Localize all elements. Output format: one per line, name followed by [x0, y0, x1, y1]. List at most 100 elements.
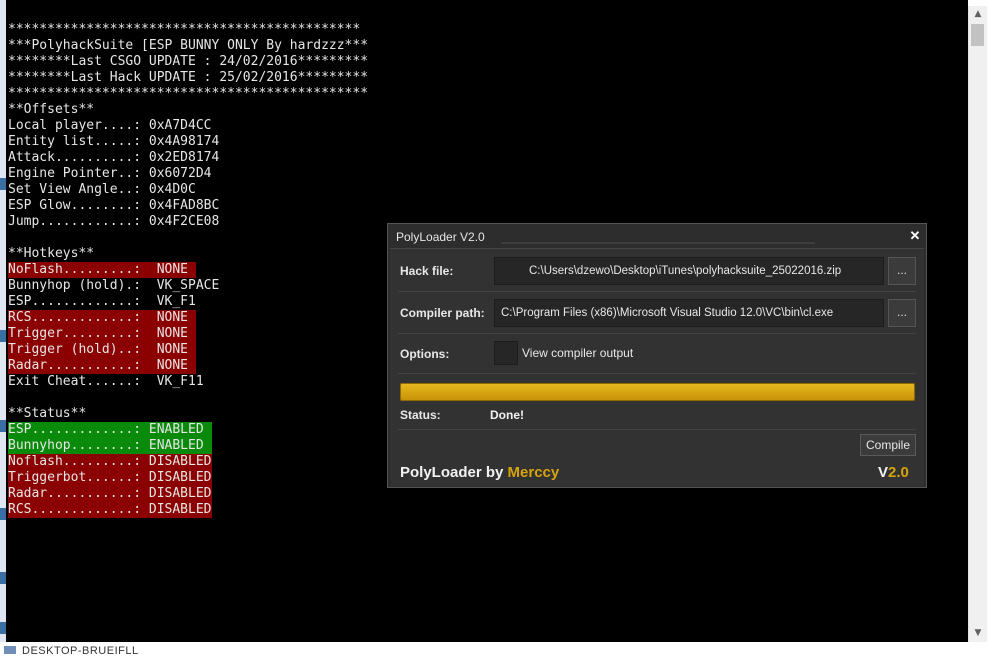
- taskbar-strip: [0, 642, 998, 654]
- scroll-thumb[interactable]: [971, 24, 984, 46]
- console-line: Local player....: 0xA7D4CC: [8, 118, 368, 134]
- computer-icon: [4, 646, 16, 654]
- hack-file-browse-button[interactable]: ...: [888, 257, 916, 285]
- window-title: PolyLoader V2.0: [396, 230, 485, 244]
- console-line: Trigger.........: NONE: [8, 326, 368, 342]
- hack-file-input[interactable]: C:\Users\dzewo\Desktop\iTunes\polyhacksu…: [494, 257, 884, 285]
- brand-author: Merccy: [507, 464, 560, 481]
- console-line: Radar...........: DISABLED: [8, 486, 368, 502]
- console-line-text: Entity list.....: 0x4A98174: [8, 134, 220, 149]
- console-line-text: Exit Cheat......: VK_F11: [8, 374, 204, 389]
- console-line: **Offsets**: [8, 102, 368, 118]
- console-line-text: Trigger.........: NONE: [8, 326, 196, 342]
- divider: [398, 373, 916, 374]
- console-line: Noflash.........: DISABLED: [8, 454, 368, 470]
- console-line-text: ********Last Hack UPDATE : 25/02/2016***…: [8, 70, 369, 85]
- console-line-text: NoFlash.........: NONE: [8, 262, 196, 278]
- console-line-text: ***PolyhackSuite [ESP BUNNY ONLY By hard…: [8, 38, 369, 53]
- console-line: Attack..........: 0x2ED8174: [8, 150, 368, 166]
- hack-file-label: Hack file:: [400, 264, 454, 278]
- console-line-text: Radar...........: NONE: [8, 358, 196, 374]
- console-line: Entity list.....: 0x4A98174: [8, 134, 368, 150]
- console-line: Engine Pointer..: 0x6072D4: [8, 166, 368, 182]
- scroll-down-icon[interactable]: ▼: [969, 625, 987, 642]
- loader-body: Hack file: C:\Users\dzewo\Desktop\iTunes…: [390, 248, 924, 486]
- console-line: ***PolyhackSuite [ESP BUNNY ONLY By hard…: [8, 38, 368, 54]
- console-line: NoFlash.........: NONE: [8, 262, 368, 278]
- compiler-path-browse-button[interactable]: ...: [888, 299, 916, 327]
- brand-label: PolyLoader by Merccy: [400, 464, 559, 481]
- console-line: Jump............: 0x4F2CE08: [8, 214, 368, 230]
- console-line: ****************************************…: [8, 22, 368, 38]
- console-line-text: ********Last CSGO UPDATE : 24/02/2016***…: [8, 54, 369, 69]
- compile-button[interactable]: Compile: [860, 434, 916, 456]
- window-edge: [987, 0, 998, 654]
- console-line-text: Trigger (hold)..: NONE: [8, 342, 196, 358]
- console-line: Triggerbot......: DISABLED: [8, 470, 368, 486]
- console-line-text: Set View Angle..: 0x4D0C: [8, 182, 196, 197]
- view-compiler-output-checkbox[interactable]: [494, 341, 518, 365]
- console-line: Trigger (hold)..: NONE: [8, 342, 368, 358]
- console-line-text: ESP.............: ENABLED: [8, 422, 212, 438]
- console-line-text: Local player....: 0xA7D4CC: [8, 118, 212, 133]
- console-line-text: **Offsets**: [8, 102, 95, 117]
- console-line: **Hotkeys**: [8, 246, 368, 262]
- console-line-text: RCS.............: DISABLED: [8, 502, 212, 518]
- polyloader-window: PolyLoader V2.0 ✕ Hack file: C:\Users\dz…: [387, 223, 927, 488]
- console-line: Radar...........: NONE: [8, 358, 368, 374]
- console-line: Bunnyhop........: ENABLED: [8, 438, 368, 454]
- console-line: ESP.............: ENABLED: [8, 422, 368, 438]
- divider: [398, 429, 916, 430]
- console-line: ESP Glow........: 0x4FAD8BC: [8, 198, 368, 214]
- console-line-text: Noflash.........: DISABLED: [8, 454, 212, 470]
- compiler-path-label: Compiler path:: [400, 306, 485, 320]
- status-label: Status:: [400, 408, 441, 422]
- console-line: ********Last CSGO UPDATE : 24/02/2016***…: [8, 54, 368, 70]
- console-scrollbar[interactable]: ▲ ▼: [968, 6, 987, 642]
- console-line-text: **Status**: [8, 406, 87, 421]
- console-line-text: Bunnyhop (hold).: VK_SPACE: [8, 278, 220, 293]
- version-label: V2.0: [878, 464, 909, 481]
- console-line-text: Bunnyhop........: ENABLED: [8, 438, 212, 454]
- progress-fill: [401, 384, 914, 400]
- strip-marker: [0, 330, 6, 342]
- console-left-strip: [0, 0, 6, 642]
- strip-marker: [0, 622, 6, 634]
- title-drag-area[interactable]: [501, 242, 815, 244]
- console-line-text: ESP.............: VK_F1: [8, 294, 196, 309]
- console-line-text: ESP Glow........: 0x4FAD8BC: [8, 198, 220, 213]
- console-line-text: Jump............: 0x4F2CE08: [8, 214, 220, 229]
- console-line: Set View Angle..: 0x4D0C: [8, 182, 368, 198]
- console-line: ****************************************…: [8, 86, 368, 102]
- console-line-text: **Hotkeys**: [8, 246, 95, 261]
- console-line: ESP.............: VK_F1: [8, 294, 368, 310]
- strip-marker: [0, 572, 6, 584]
- scroll-up-icon[interactable]: ▲: [969, 6, 987, 23]
- console-line-text: Engine Pointer..: 0x6072D4: [8, 166, 212, 181]
- compiler-path-input[interactable]: C:\Program Files (x86)\Microsoft Visual …: [494, 299, 884, 327]
- console-line: **Status**: [8, 406, 368, 422]
- taskbar-label: DESKTOP-BRUEIFLL: [22, 645, 139, 657]
- console-line: ********Last Hack UPDATE : 25/02/2016***…: [8, 70, 368, 86]
- brand-prefix: PolyLoader by: [400, 464, 508, 481]
- options-label: Options:: [400, 347, 450, 361]
- divider: [398, 333, 916, 334]
- strip-marker: [0, 178, 6, 190]
- view-compiler-output-label[interactable]: View compiler output: [522, 346, 633, 360]
- console-line: RCS.............: NONE: [8, 310, 368, 326]
- console-line-text: Radar...........: DISABLED: [8, 486, 212, 502]
- console-line-text: ****************************************…: [8, 22, 361, 37]
- close-icon[interactable]: ✕: [906, 227, 924, 245]
- console-line: Exit Cheat......: VK_F11: [8, 374, 368, 390]
- status-value: Done!: [490, 408, 524, 422]
- version-prefix: V: [878, 464, 889, 481]
- console-line: RCS.............: DISABLED: [8, 502, 368, 518]
- console-line-text: Triggerbot......: DISABLED: [8, 470, 212, 486]
- strip-marker: [0, 508, 6, 520]
- console-line: Bunnyhop (hold).: VK_SPACE: [8, 278, 368, 294]
- version-number: 2.0: [888, 464, 909, 481]
- console-line-text: RCS.............: NONE: [8, 310, 196, 326]
- progress-bar: [400, 383, 915, 401]
